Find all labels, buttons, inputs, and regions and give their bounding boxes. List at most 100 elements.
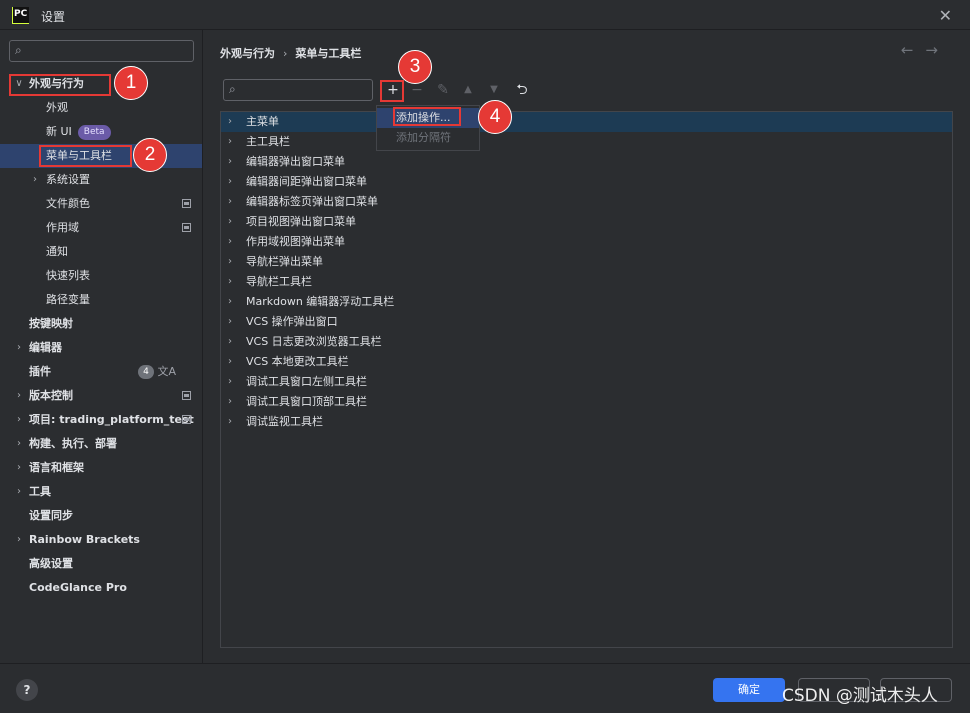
menu-item-add-separator[interactable]: 添加分隔符 [377,128,479,148]
sidebar-item-plugins[interactable]: 插件 4 文A [0,360,202,384]
chevron-right-icon[interactable]: › [13,480,25,504]
list-item[interactable]: › 导航栏弹出菜单 [221,252,952,272]
edit-icon[interactable]: ✎ [434,81,452,99]
sidebar-search-input[interactable]: ⌕ [9,40,194,62]
back-arrow-icon[interactable]: ← [901,41,926,59]
sidebar-item-label: CodeGlance Pro [29,581,127,594]
search-icon: ⌕ [15,43,22,57]
sidebar-item-keymap[interactable]: 按键映射 [0,312,202,336]
chevron-right-icon[interactable]: › [228,272,232,292]
chevron-right-icon[interactable]: › [13,528,25,552]
sidebar-item-languages-frameworks[interactable]: › 语言和框架 [0,456,202,480]
chevron-right-icon[interactable]: › [13,408,25,432]
help-button[interactable]: ? [16,679,38,701]
list-item[interactable]: › 导航栏工具栏 [221,272,952,292]
chevron-right-icon[interactable]: › [228,152,232,172]
sidebar-item-build-execution-deployment[interactable]: › 构建、执行、部署 [0,432,202,456]
list-item-label: 导航栏弹出菜单 [246,255,323,268]
sidebar-item-file-colors[interactable]: 文件颜色 [0,192,202,216]
sidebar-item-advanced-settings[interactable]: 高级设置 [0,552,202,576]
chevron-right-icon[interactable]: › [228,232,232,252]
sidebar-item-rainbow-brackets[interactable]: › Rainbow Brackets [0,528,202,552]
chevron-right-icon[interactable]: › [13,432,25,456]
sidebar-item-project[interactable]: › 项目: trading_platform_test [0,408,202,432]
sidebar-item-version-control[interactable]: › 版本控制 [0,384,202,408]
annotation-box [39,145,132,167]
chevron-right-icon[interactable]: › [228,332,232,352]
list-item-label: VCS 操作弹出窗口 [246,315,338,328]
breadcrumb-item[interactable]: 外观与行为 [220,47,275,60]
chevron-right-icon[interactable]: › [13,384,25,408]
annotation-box [380,80,404,102]
list-item[interactable]: › VCS 本地更改工具栏 [221,352,952,372]
csdn-watermark: CSDN @测试木头人 [782,686,938,706]
chevron-right-icon[interactable]: › [228,292,232,312]
list-item[interactable]: › VCS 日志更改浏览器工具栏 [221,332,952,352]
pycharm-logo-icon: PC [12,7,29,24]
list-item[interactable]: › 调试监视工具栏 [221,412,952,432]
list-item[interactable]: › 编辑器间距弹出窗口菜单 [221,172,952,192]
move-down-icon[interactable]: ▼ [485,81,503,99]
chevron-right-icon[interactable]: › [228,112,232,132]
annotation-number: 3 [398,50,432,84]
sidebar-item-editor[interactable]: › 编辑器 [0,336,202,360]
sidebar-item-label: 外观 [46,101,68,114]
ok-button[interactable]: 确定 [713,678,785,702]
list-item-label: 作用域视图弹出菜单 [246,235,345,248]
list-item[interactable]: › 项目视图弹出窗口菜单 [221,212,952,232]
list-item[interactable]: › 调试工具窗口顶部工具栏 [221,392,952,412]
chevron-right-icon[interactable]: › [228,372,232,392]
chevron-right-icon[interactable]: › [228,312,232,332]
chevron-right-icon[interactable]: › [228,192,232,212]
sidebar-item-tools[interactable]: › 工具 [0,480,202,504]
sidebar-item-system-settings[interactable]: › 系统设置 [0,168,202,192]
list-item-label: VCS 日志更改浏览器工具栏 [246,335,382,348]
chevron-right-icon[interactable]: › [228,252,232,272]
sidebar-item-label: 插件 [29,365,51,378]
list-item[interactable]: › 调试工具窗口左侧工具栏 [221,372,952,392]
sidebar-item-label: 高级设置 [29,557,73,570]
translate-icon: 文A [157,365,176,378]
sidebar-item-label: 工具 [29,485,51,498]
forward-arrow-icon[interactable]: → [925,41,950,59]
title-bar: PC 设置 ✕ [0,0,970,30]
sidebar-item-appearance[interactable]: 外观 [0,96,202,120]
list-item[interactable]: › 编辑器标签页弹出窗口菜单 [221,192,952,212]
sidebar-item-scopes[interactable]: 作用域 [0,216,202,240]
list-item[interactable]: › 作用域视图弹出菜单 [221,232,952,252]
restore-icon[interactable]: ⮌ [513,81,531,99]
chevron-right-icon[interactable]: › [228,132,232,152]
chevron-right-icon[interactable]: › [13,336,25,360]
sidebar-item-codeglance-pro[interactable]: CodeGlance Pro [0,576,202,600]
sidebar-item-notifications[interactable]: 通知 [0,240,202,264]
chevron-right-icon[interactable]: › [228,392,232,412]
sidebar-item-path-variables[interactable]: 路径变量 [0,288,202,312]
search-icon: ⌕ [229,82,236,96]
sidebar-item-label: 作用域 [46,221,79,234]
close-icon[interactable]: ✕ [939,6,952,25]
chevron-right-icon[interactable]: › [13,456,25,480]
menu-search-input[interactable]: ⌕ [223,79,373,101]
chevron-right-icon[interactable]: › [228,412,232,432]
sidebar-item-label: 语言和框架 [29,461,84,474]
list-item-label: Markdown 编辑器浮动工具栏 [246,295,395,308]
sidebar-item-quick-lists[interactable]: 快速列表 [0,264,202,288]
chevron-right-icon[interactable]: › [228,212,232,232]
list-item[interactable]: › 编辑器弹出窗口菜单 [221,152,952,172]
sidebar-item-settings-sync[interactable]: 设置同步 [0,504,202,528]
list-item[interactable]: › 主工具栏 [221,132,952,152]
list-item-label: 导航栏工具栏 [246,275,312,288]
chevron-right-icon[interactable]: › [228,172,232,192]
breadcrumb: 外观与行为 › 菜单与工具栏 [220,45,361,61]
chevron-right-icon[interactable]: › [228,352,232,372]
sidebar-item-new-ui[interactable]: 新 UI Beta [0,120,202,144]
move-up-icon[interactable]: ▲ [459,81,477,99]
list-item[interactable]: › Markdown 编辑器浮动工具栏 [221,292,952,312]
list-item[interactable]: › 主菜单 [221,112,952,132]
chevron-right-icon[interactable]: › [29,168,41,192]
list-item[interactable]: › VCS 操作弹出窗口 [221,312,952,332]
sidebar-item-label: 通知 [46,245,68,258]
list-item-label: 调试监视工具栏 [246,415,323,428]
new-ui-label: 新 UI [46,125,72,138]
list-item-label: 调试工具窗口顶部工具栏 [246,395,367,408]
